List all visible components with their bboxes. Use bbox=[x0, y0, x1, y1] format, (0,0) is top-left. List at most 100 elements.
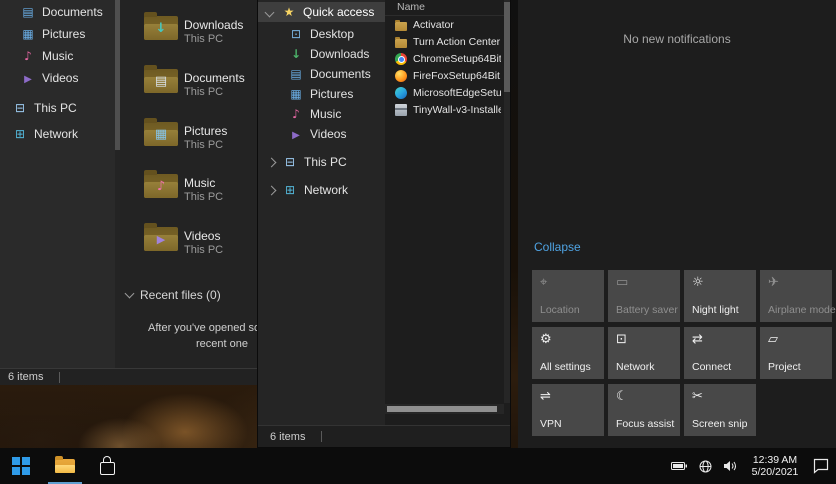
folder-location: This PC bbox=[184, 33, 223, 45]
battery-icon[interactable] bbox=[671, 460, 688, 472]
sidebar-item-this-pc[interactable]: This PC bbox=[0, 98, 132, 118]
quick-action-focus-assist[interactable]: Focus assist bbox=[608, 384, 680, 436]
quick-action-project[interactable]: Project bbox=[760, 327, 832, 379]
nav-item-network[interactable]: Network bbox=[258, 180, 385, 200]
quick-action-battery-saver[interactable]: Battery saver bbox=[608, 270, 680, 322]
quick-action-vpn[interactable]: VPN bbox=[532, 384, 604, 436]
documents-icon bbox=[20, 6, 36, 18]
folder-icon bbox=[144, 174, 178, 198]
file-row[interactable]: ChromeSetup64Bit.exe bbox=[385, 51, 503, 67]
music-icon bbox=[20, 50, 36, 62]
scrollbar-thumb[interactable] bbox=[387, 406, 497, 412]
start-button[interactable] bbox=[0, 448, 42, 484]
action-center-icon[interactable] bbox=[812, 458, 830, 474]
collapse-link[interactable]: Collapse bbox=[534, 240, 581, 254]
folder-location: This PC bbox=[184, 244, 223, 256]
music-glyph-icon bbox=[144, 174, 178, 198]
sidebar-item-label: Network bbox=[34, 127, 78, 141]
network-globe-icon[interactable] bbox=[699, 460, 712, 473]
this-pc-icon bbox=[12, 102, 28, 114]
pictures-icon bbox=[20, 28, 36, 40]
vertical-scrollbar[interactable] bbox=[504, 0, 510, 403]
horizontal-scrollbar[interactable] bbox=[385, 404, 504, 414]
file-name: MicrosoftEdgeSetup.exe bbox=[413, 87, 501, 99]
file-row[interactable]: Turn Action Center On o... bbox=[385, 34, 503, 50]
file-name: Activator bbox=[413, 19, 501, 31]
file-explorer-window-front: Quick access Desktop Downloads Documents… bbox=[258, 0, 510, 447]
folder-tile-music[interactable]: Music This PC bbox=[120, 170, 260, 214]
file-row[interactable]: FireFoxSetup64Bit.exe bbox=[385, 68, 503, 84]
nav-item-label: Videos bbox=[310, 127, 346, 141]
quick-action-network[interactable]: Network bbox=[608, 327, 680, 379]
sidebar-item-network[interactable]: Network bbox=[0, 124, 132, 144]
file-row[interactable]: Activator bbox=[385, 17, 503, 33]
clock-time: 12:39 AM bbox=[749, 454, 801, 466]
quick-access-content: Downloads This PC Documents This PC Pict… bbox=[120, 0, 260, 368]
folder-location: This PC bbox=[184, 86, 223, 98]
column-header-name[interactable]: Name bbox=[397, 1, 425, 13]
quick-action-all-settings[interactable]: All settings bbox=[532, 327, 604, 379]
installer-icon bbox=[395, 104, 407, 116]
folder-icon bbox=[395, 39, 407, 48]
expander-chevron-icon[interactable] bbox=[265, 7, 275, 17]
speaker-icon[interactable] bbox=[723, 460, 738, 472]
nav-item-label: Documents bbox=[310, 67, 371, 81]
clock-date: 5/20/2021 bbox=[749, 466, 801, 478]
quick-action-connect[interactable]: Connect bbox=[684, 327, 756, 379]
folder-icon bbox=[144, 16, 178, 40]
file-row[interactable]: MicrosoftEdgeSetup.exe bbox=[385, 85, 503, 101]
quick-action-night-light[interactable]: Night light bbox=[684, 270, 756, 322]
quick-action-label: Network bbox=[616, 361, 655, 373]
items-count: 6 items bbox=[8, 371, 43, 383]
taskbar-store-button[interactable] bbox=[86, 448, 128, 484]
status-divider bbox=[59, 372, 60, 383]
file-name: FireFoxSetup64Bit.exe bbox=[413, 70, 501, 82]
nav-item-this-pc[interactable]: This PC bbox=[258, 152, 385, 172]
folder-tile-videos[interactable]: Videos This PC bbox=[120, 223, 260, 267]
quick-action-airplane-mode[interactable]: Airplane mode bbox=[760, 270, 832, 322]
chevron-down-icon[interactable] bbox=[125, 289, 135, 299]
connect-icon bbox=[692, 333, 703, 346]
videos-icon bbox=[288, 128, 304, 141]
taskbar-file-explorer-button[interactable] bbox=[44, 448, 86, 484]
folder-name: Downloads bbox=[184, 18, 243, 32]
file-explorer-window-back: Documents Pictures Music Videos This PC bbox=[0, 0, 260, 385]
sidebar-item-label: Music bbox=[42, 49, 73, 63]
nav-item-label: Desktop bbox=[310, 27, 354, 41]
recent-files-label: Recent files (0) bbox=[140, 288, 221, 302]
recent-files-header[interactable]: Recent files (0) bbox=[126, 288, 221, 302]
file-row[interactable]: TinyWall-v3-Installer.ms... bbox=[385, 102, 503, 118]
quick-action-screen-snip[interactable]: Screen snip bbox=[684, 384, 756, 436]
folder-location: This PC bbox=[184, 139, 223, 151]
airplane-mode-icon bbox=[768, 276, 779, 289]
quick-action-label: Screen snip bbox=[692, 418, 747, 430]
folder-icon bbox=[395, 22, 407, 31]
desktop-icon bbox=[288, 28, 304, 40]
folder-tile-downloads[interactable]: Downloads This PC bbox=[120, 12, 260, 56]
scrollbar-thumb[interactable] bbox=[504, 2, 510, 92]
expander-chevron-icon[interactable] bbox=[267, 157, 277, 167]
network-icon bbox=[616, 333, 627, 346]
no-notifications-message: No new notifications bbox=[518, 32, 836, 46]
folder-icon bbox=[144, 69, 178, 93]
taskbar-clock[interactable]: 12:39 AM 5/20/2021 bbox=[749, 454, 801, 478]
folder-tile-documents[interactable]: Documents This PC bbox=[120, 65, 260, 109]
quick-action-label: Location bbox=[540, 304, 580, 316]
windows-logo-icon bbox=[12, 457, 30, 475]
network-icon bbox=[12, 128, 28, 140]
documents-icon bbox=[288, 68, 304, 80]
status-divider bbox=[321, 431, 322, 442]
folder-name: Documents bbox=[184, 71, 245, 85]
quick-action-label: Night light bbox=[692, 304, 739, 316]
items-count: 6 items bbox=[270, 431, 305, 443]
expander-chevron-icon[interactable] bbox=[267, 185, 277, 195]
moon-icon bbox=[616, 390, 628, 403]
folder-icon bbox=[144, 122, 178, 146]
folder-tile-pictures[interactable]: Pictures This PC bbox=[120, 118, 260, 162]
music-icon bbox=[288, 108, 304, 120]
quick-action-label: Airplane mode bbox=[768, 304, 836, 316]
back-nav-pane: Documents Pictures Music Videos This PC bbox=[0, 0, 120, 368]
quick-action-location[interactable]: Location bbox=[532, 270, 604, 322]
taskbar: 12:39 AM 5/20/2021 bbox=[0, 448, 836, 484]
nav-item-quick-access[interactable]: Quick access bbox=[258, 2, 385, 22]
